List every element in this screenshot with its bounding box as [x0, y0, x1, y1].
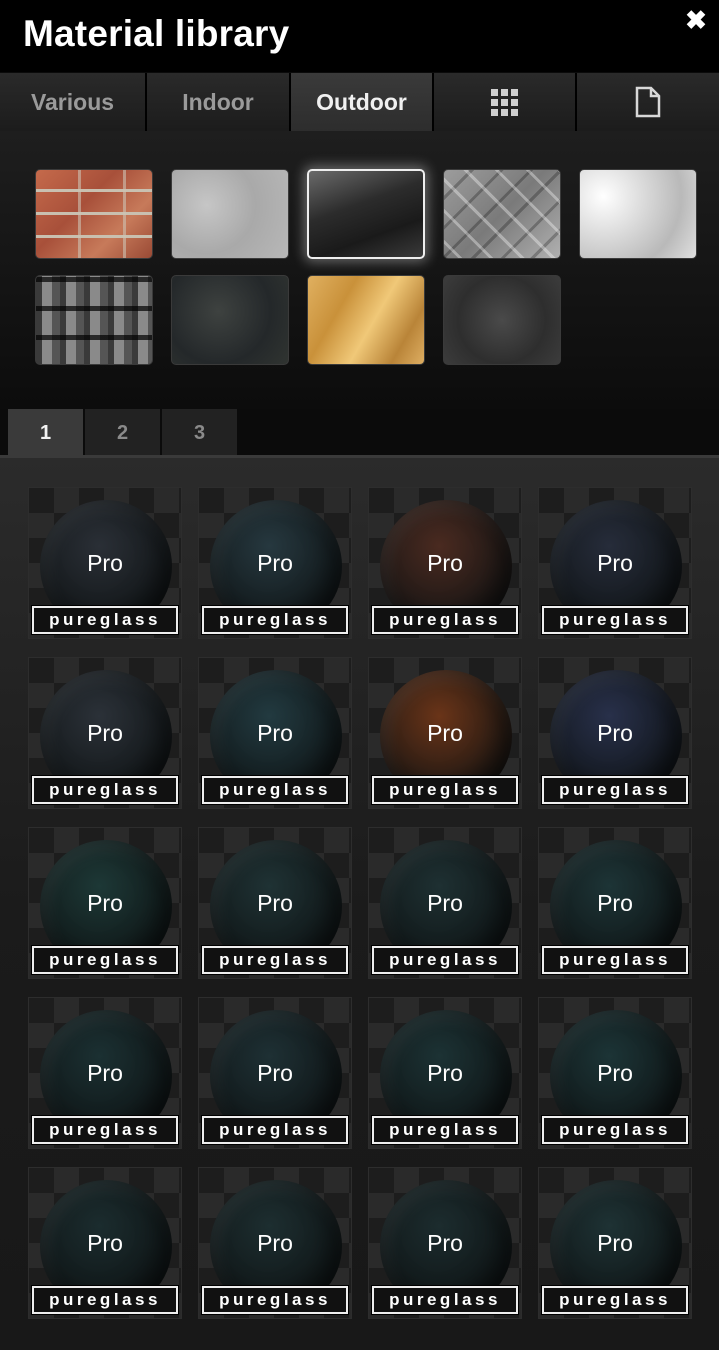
material-swatch[interactable]: Pro pureglass [538, 487, 692, 639]
pureglass-badge: pureglass [31, 945, 179, 975]
pureglass-badge: pureglass [201, 775, 349, 805]
pro-label: Pro [427, 720, 463, 746]
pro-label: Pro [257, 1060, 293, 1086]
pro-label: Pro [87, 1230, 123, 1256]
pureglass-badge: pureglass [371, 775, 519, 805]
pureglass-badge: pureglass [31, 1285, 179, 1315]
pureglass-badge: pureglass [541, 1115, 689, 1145]
material-swatch[interactable]: Pro pureglass [538, 1167, 692, 1319]
texture-diamond-plate[interactable] [443, 169, 561, 259]
pro-label: Pro [257, 1230, 293, 1256]
material-swatch[interactable]: Pro pureglass [368, 1167, 522, 1319]
pro-label: Pro [257, 890, 293, 916]
window-title: Material library [23, 13, 290, 54]
material-swatch[interactable]: Pro pureglass [28, 827, 182, 979]
material-swatch[interactable]: Pro pureglass [198, 1167, 352, 1319]
texture-granite[interactable] [171, 275, 289, 365]
pureglass-badge: pureglass [201, 1115, 349, 1145]
pureglass-badge: pureglass [31, 1115, 179, 1145]
grid-icon [491, 88, 518, 116]
pureglass-badge: pureglass [541, 1285, 689, 1315]
pro-label: Pro [597, 720, 633, 746]
pro-label: Pro [427, 890, 463, 916]
pureglass-badge: pureglass [371, 1285, 519, 1315]
close-icon[interactable]: ✖ [682, 6, 710, 34]
material-swatch[interactable]: Pro pureglass [368, 827, 522, 979]
pro-label: Pro [87, 720, 123, 746]
material-swatch[interactable]: Pro pureglass [198, 997, 352, 1149]
page-tab-1[interactable]: 1 [8, 409, 83, 457]
document-icon [635, 86, 661, 118]
texture-roof-tiles[interactable] [35, 275, 153, 365]
tab-various[interactable]: Various [0, 73, 147, 131]
pureglass-badge: pureglass [371, 605, 519, 635]
pureglass-badge: pureglass [541, 775, 689, 805]
material-swatch[interactable]: Pro pureglass [28, 487, 182, 639]
material-swatch[interactable]: Pro pureglass [28, 1167, 182, 1319]
material-swatch[interactable]: Pro pureglass [28, 997, 182, 1149]
tab-document[interactable] [577, 73, 719, 131]
pureglass-badge: pureglass [201, 1285, 349, 1315]
pro-label: Pro [597, 1230, 633, 1256]
texture-osb-wood[interactable] [307, 275, 425, 365]
pro-label: Pro [87, 1060, 123, 1086]
swatch-grid: Pro pureglass Pro pureglass Pro pureglass Pro p… [0, 458, 719, 1350]
material-swatch[interactable]: Pro pureglass [368, 657, 522, 809]
page-tab-2[interactable]: 2 [85, 409, 160, 457]
tab-outdoor[interactable]: Outdoor [291, 73, 434, 131]
material-swatch[interactable]: Pro pureglass [368, 997, 522, 1149]
pro-label: Pro [87, 550, 123, 576]
tab-grid-view[interactable] [434, 73, 577, 131]
pro-label: Pro [597, 550, 633, 576]
pureglass-badge: pureglass [371, 945, 519, 975]
pureglass-badge: pureglass [201, 945, 349, 975]
pro-label: Pro [597, 890, 633, 916]
page-tabs: 1 2 3 [0, 409, 719, 457]
material-swatch[interactable]: Pro pureglass [368, 487, 522, 639]
texture-glass[interactable] [307, 169, 425, 259]
pureglass-badge: pureglass [541, 945, 689, 975]
texture-brick[interactable] [35, 169, 153, 259]
material-swatch[interactable]: Pro pureglass [538, 827, 692, 979]
material-swatch[interactable]: Pro pureglass [28, 657, 182, 809]
texture-asphalt[interactable] [443, 275, 561, 365]
category-tabs: Various Indoor Outdoor [0, 73, 719, 131]
material-swatch[interactable]: Pro pureglass [198, 487, 352, 639]
pro-label: Pro [87, 890, 123, 916]
pureglass-badge: pureglass [201, 605, 349, 635]
material-swatch[interactable]: Pro pureglass [198, 657, 352, 809]
material-swatch[interactable]: Pro pureglass [538, 657, 692, 809]
pureglass-badge: pureglass [371, 1115, 519, 1145]
texture-strip [0, 131, 719, 409]
material-swatch[interactable]: Pro pureglass [538, 997, 692, 1149]
page-tab-3[interactable]: 3 [162, 409, 237, 457]
texture-concrete[interactable] [171, 169, 289, 259]
texture-plaster[interactable] [579, 169, 697, 259]
pureglass-badge: pureglass [541, 605, 689, 635]
pro-label: Pro [427, 1060, 463, 1086]
material-swatch[interactable]: Pro pureglass [198, 827, 352, 979]
title-bar: Material library ✖ [0, 0, 719, 72]
pureglass-badge: pureglass [31, 775, 179, 805]
pro-label: Pro [257, 720, 293, 746]
pro-label: Pro [427, 1230, 463, 1256]
material-library-panel: Material library ✖ Various Indoor Outdoo… [0, 0, 719, 1350]
pro-label: Pro [427, 550, 463, 576]
pro-label: Pro [257, 550, 293, 576]
pro-label: Pro [597, 1060, 633, 1086]
pureglass-badge: pureglass [31, 605, 179, 635]
tab-indoor[interactable]: Indoor [147, 73, 291, 131]
